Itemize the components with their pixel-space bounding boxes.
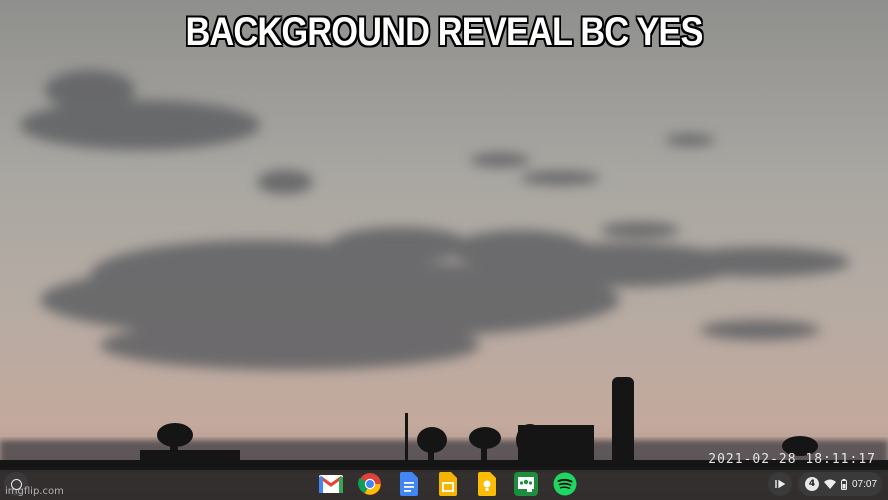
docs-app-button[interactable] (395, 470, 423, 498)
classroom-app-button[interactable] (512, 470, 540, 498)
spotify-icon (553, 472, 577, 496)
google-docs-icon (400, 472, 418, 496)
imgflip-watermark: imgflip.com (5, 486, 64, 497)
media-controls-icon (775, 479, 786, 489)
google-classroom-icon (514, 472, 538, 496)
gmail-icon (319, 475, 343, 493)
camera-timestamp: 2021-02-28 18:11:17 (708, 452, 876, 467)
meme-caption: BACKGROUND REVEAL BC YES (185, 10, 703, 54)
status-tray[interactable]: 4 07:07 (798, 472, 882, 496)
chrome-icon (358, 473, 381, 495)
keep-app-button[interactable] (473, 470, 501, 498)
notification-count-badge: 4 (805, 477, 819, 491)
chrome-app-button[interactable] (356, 470, 384, 498)
clock-time: 07:07 (852, 478, 878, 490)
google-keep-icon (478, 472, 496, 496)
gmail-app-button[interactable] (317, 470, 345, 498)
battery-icon (841, 478, 847, 490)
pinned-apps (317, 470, 579, 498)
google-slides-icon (439, 472, 457, 496)
wifi-icon (824, 479, 836, 489)
media-controls-button[interactable] (768, 472, 792, 496)
wallpaper-sky-photo (0, 0, 888, 500)
slides-app-button[interactable] (434, 470, 462, 498)
spotify-app-button[interactable] (551, 470, 579, 498)
